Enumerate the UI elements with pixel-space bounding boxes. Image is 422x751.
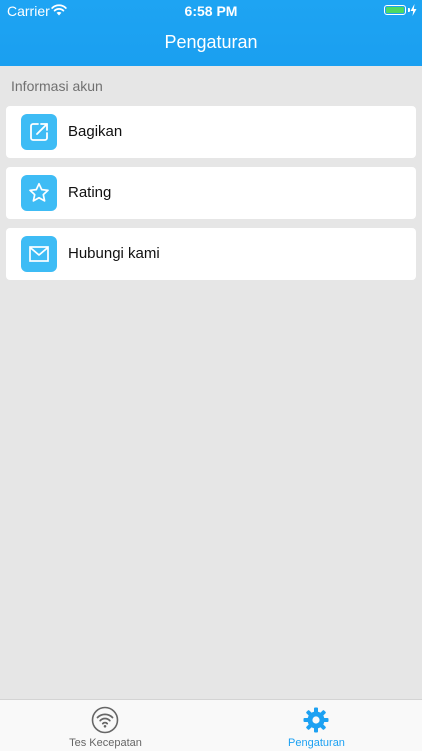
wifi-icon (91, 706, 119, 734)
menu-item-rating[interactable]: Rating (6, 167, 416, 219)
menu-item-label: Hubungi kami (68, 245, 160, 262)
status-time: 6:58 PM (184, 3, 238, 19)
tab-label: Tes Kecepatan (69, 737, 142, 749)
battery-level-fill (386, 7, 404, 13)
menu-item-contact-us[interactable]: Hubungi kami (6, 228, 416, 280)
menu-item-label: Rating (68, 184, 112, 201)
mail-icon (29, 246, 49, 262)
page-title: Pengaturan (164, 32, 258, 52)
battery-icon (384, 5, 406, 15)
mail-icon-tile (21, 236, 57, 272)
share-icon (30, 123, 48, 141)
status-bar: Carrier 6:58 PM (0, 0, 422, 22)
tab-settings[interactable]: Pengaturan (211, 700, 422, 751)
menu-item-share[interactable]: Bagikan (6, 106, 416, 158)
section-label-account-info: Informasi akun (11, 78, 103, 94)
navigation-header: Carrier 6:58 PM Pengaturan (0, 0, 422, 66)
star-icon (29, 182, 49, 202)
menu-item-label: Bagikan (68, 123, 123, 140)
tab-speed-test[interactable]: Tes Kecepatan (0, 700, 211, 751)
charging-bolt-icon (410, 4, 417, 16)
star-icon-tile (21, 175, 57, 211)
gear-icon (303, 707, 329, 733)
share-icon-tile (21, 114, 57, 150)
tab-bar: Tes Kecepatan Pengaturan (0, 699, 422, 751)
tab-label: Pengaturan (288, 737, 345, 749)
